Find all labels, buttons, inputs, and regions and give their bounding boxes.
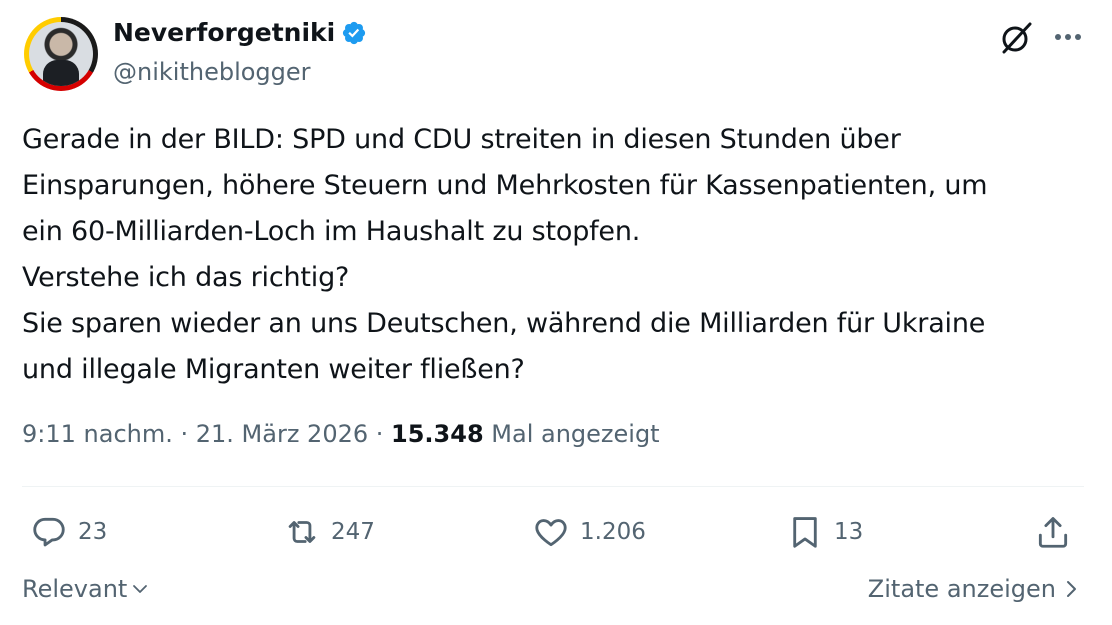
like-button[interactable]: 1.206 (532, 510, 646, 554)
grok-icon[interactable] (998, 20, 1034, 56)
chevron-down-icon (133, 585, 148, 593)
avatar[interactable] (24, 17, 98, 91)
avatar-photo (29, 22, 93, 86)
share-icon (1038, 517, 1068, 548)
sort-label: Relevant (22, 575, 128, 603)
retweet-count: 247 (331, 519, 375, 545)
retweet-icon (288, 521, 316, 543)
meta-separator: · (172, 420, 196, 448)
bookmark-count: 13 (834, 519, 864, 545)
sort-replies-dropdown[interactable]: Relevant (22, 575, 149, 603)
divider (22, 486, 1084, 487)
reply-count: 23 (78, 519, 108, 545)
more-icon[interactable] (1053, 22, 1083, 52)
author-name-row: Neverforgetniki (113, 18, 367, 47)
reply-icon (33, 517, 65, 547)
author-display-name[interactable]: Neverforgetniki (113, 18, 335, 47)
views-count: 15.348 (391, 420, 484, 448)
bookmark-button[interactable]: 13 (786, 510, 863, 554)
view-quotes-link[interactable]: Zitate anzeigen (868, 575, 1078, 603)
like-count: 1.206 (580, 519, 646, 545)
retweet-button[interactable]: 247 (283, 510, 375, 554)
quotes-label: Zitate anzeigen (867, 575, 1056, 603)
meta-separator: · (368, 420, 392, 448)
tweet-meta: 9:11 nachm. · 21. März 2026 · 15.348 Mal… (22, 420, 660, 448)
share-button[interactable] (1034, 510, 1072, 554)
reply-button[interactable]: 23 (30, 510, 107, 554)
tweet-time[interactable]: 9:11 nachm. (22, 420, 173, 448)
bookmark-icon (793, 517, 817, 548)
tweet-date[interactable]: 21. März 2026 (196, 420, 368, 448)
author-handle[interactable]: @nikitheblogger (113, 58, 311, 86)
verified-badge-icon (343, 21, 366, 44)
chevron-right-icon (1067, 581, 1076, 597)
like-icon (535, 519, 567, 547)
tweet-text: Gerade in der BILD: SPD und CDU streiten… (22, 124, 988, 385)
views-label: Mal angezeigt (483, 420, 660, 448)
